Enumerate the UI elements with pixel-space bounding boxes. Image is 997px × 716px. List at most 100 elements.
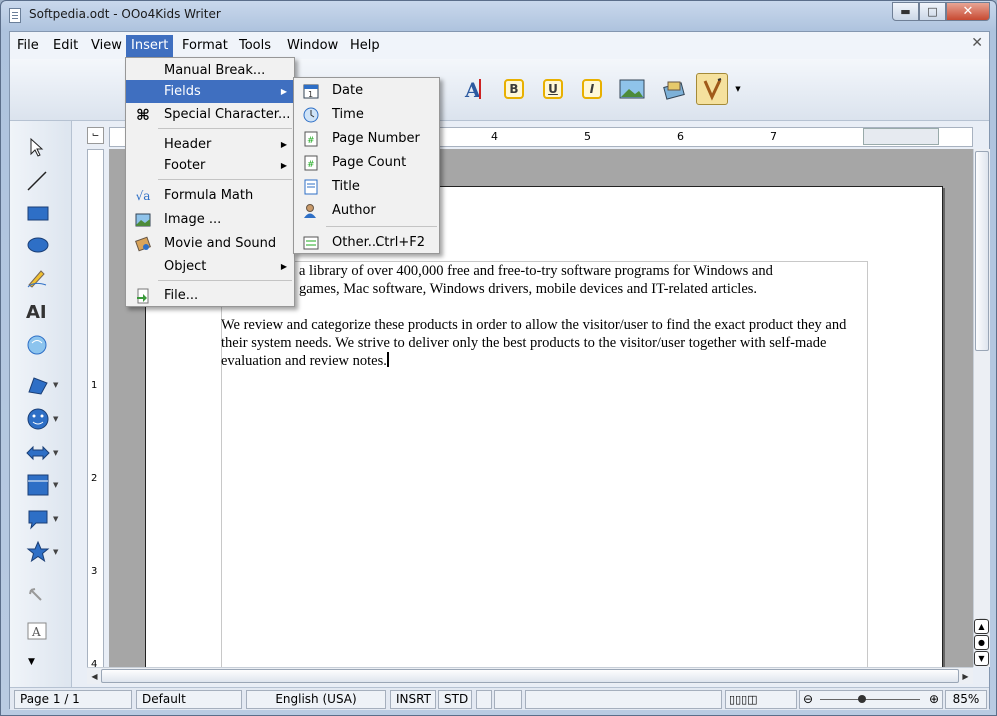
- insert-mode[interactable]: INSRT: [390, 690, 436, 709]
- menu-item-image[interactable]: Image ...: [126, 208, 294, 231]
- vertical-scroll-thumb[interactable]: [975, 151, 989, 351]
- close-button[interactable]: ✕: [946, 2, 990, 21]
- menu-item-author[interactable]: Author: [294, 199, 439, 222]
- menu-item-page-count[interactable]: # Page Count: [294, 151, 439, 174]
- tab-stop-selector[interactable]: ⌙: [87, 127, 104, 144]
- double-up-icon: ▲: [978, 622, 985, 631]
- zoom-out-icon[interactable]: ⊖: [803, 691, 813, 708]
- toolbar-overflow-button[interactable]: ▼: [732, 73, 744, 105]
- multi-page-icon[interactable]: ▯▯: [735, 693, 747, 706]
- fontwork-button[interactable]: A: [458, 73, 490, 105]
- menu-format[interactable]: Format: [177, 35, 233, 57]
- menu-item-special-character[interactable]: ⌘ Special Character...: [126, 103, 294, 126]
- document-text[interactable]: a library of over 400,000 free and free-…: [221, 262, 869, 388]
- zoom-thumb[interactable]: [858, 695, 866, 703]
- flowchart-tool[interactable]: ▼: [26, 471, 62, 499]
- basic-shapes-tool[interactable]: ▼: [26, 371, 62, 399]
- menu-help[interactable]: Help: [345, 35, 385, 57]
- scroll-right-button[interactable]: ▶: [958, 669, 973, 684]
- page-indicator[interactable]: Page 1 / 1: [14, 690, 132, 709]
- double-arrow-icon: [26, 445, 50, 461]
- text-tool[interactable]: AI: [26, 298, 62, 326]
- book-view-icon[interactable]: ◫: [747, 693, 757, 706]
- menu-item-fields[interactable]: Fields ▶: [126, 80, 294, 103]
- menu-item-label: File...: [164, 288, 199, 303]
- menu-item-formula-math[interactable]: √a Formula Math: [126, 184, 294, 207]
- menu-item-manual-break[interactable]: Manual Break...: [126, 59, 294, 82]
- zoom-in-icon[interactable]: ⊕: [929, 691, 939, 708]
- menu-item-header[interactable]: Header ▶: [126, 133, 294, 156]
- vertical-ruler[interactable]: 1 2 3 4: [87, 149, 104, 682]
- zoom-slider[interactable]: ⊖ ⊕: [799, 690, 943, 709]
- para1-line2: games, Mac software, Windows drivers, mo…: [299, 281, 758, 297]
- bold-button[interactable]: B: [498, 73, 530, 105]
- horizontal-scrollbar[interactable]: ◀ ▶: [87, 667, 973, 684]
- insert-image-button[interactable]: [616, 73, 648, 105]
- menu-item-other-fields[interactable]: Other... Ctrl+F2: [294, 231, 439, 254]
- scroll-left-button[interactable]: ◀: [87, 669, 102, 684]
- draw-functions-button[interactable]: [696, 73, 728, 105]
- minimize-button[interactable]: ▬: [892, 2, 919, 21]
- menu-item-movie-and-sound[interactable]: Movie and Sound: [126, 232, 294, 255]
- ellipse-tool[interactable]: [26, 231, 62, 259]
- menu-item-label: Header: [164, 137, 212, 152]
- callouts-tool[interactable]: ▼: [26, 505, 62, 533]
- language-indicator[interactable]: English (USA): [246, 690, 386, 709]
- maximize-button[interactable]: □: [919, 2, 946, 21]
- menu-item-page-number[interactable]: # Page Number: [294, 127, 439, 150]
- view-layout-buttons[interactable]: ▯▯▯◫: [725, 690, 797, 709]
- menu-item-label: Fields: [164, 84, 201, 99]
- menu-item-footer[interactable]: Footer ▶: [126, 154, 294, 177]
- menu-edit[interactable]: Edit: [48, 35, 83, 57]
- menu-item-label: Other...: [332, 235, 381, 250]
- page-style[interactable]: Default: [136, 690, 242, 709]
- freeform-tool[interactable]: [26, 264, 62, 292]
- underline-button[interactable]: U: [537, 73, 569, 105]
- zoom-percent[interactable]: 85%: [945, 690, 987, 709]
- next-page-button[interactable]: ▼: [974, 651, 989, 666]
- rectangle-tool[interactable]: [26, 199, 62, 227]
- insert-file-icon: [135, 288, 151, 304]
- special-character-icon: ⌘: [136, 105, 150, 124]
- menu-item-label: Footer: [164, 158, 206, 173]
- document-icon: [9, 8, 21, 23]
- horizontal-scroll-thumb[interactable]: [101, 669, 959, 683]
- line-tool[interactable]: [26, 167, 62, 195]
- title-bar[interactable]: Softpedia.odt - OOo4Kids Writer ▬ □ ✕: [1, 1, 996, 31]
- symbol-shapes-tool[interactable]: ▼: [26, 405, 62, 433]
- menu-view[interactable]: View: [86, 35, 127, 57]
- previous-page-button[interactable]: ▲: [974, 619, 989, 634]
- menu-insert[interactable]: Insert: [126, 35, 174, 57]
- formula-icon: √a: [135, 188, 151, 203]
- block-arrows-tool[interactable]: ▼: [26, 439, 62, 467]
- italic-button[interactable]: I: [576, 73, 608, 105]
- right-margin-area: [863, 128, 939, 145]
- points-tool[interactable]: [26, 581, 62, 609]
- selection-mode[interactable]: STD: [438, 690, 472, 709]
- vertical-scrollbar[interactable]: ▼: [973, 149, 990, 667]
- navigation-button[interactable]: ●: [974, 635, 989, 650]
- menu-item-time[interactable]: Time: [294, 103, 439, 126]
- para1-line1: a library of over 400,000 free and free-…: [299, 263, 773, 279]
- menu-item-title[interactable]: Title: [294, 175, 439, 198]
- stars-tool[interactable]: ▼: [26, 538, 62, 566]
- navigation-dot-icon: ●: [978, 638, 985, 647]
- ruler-tick: 7: [770, 130, 777, 143]
- toolbar-more-button[interactable]: ▼: [28, 655, 64, 669]
- gallery-button[interactable]: [658, 73, 690, 105]
- gallery-icon: [663, 81, 685, 100]
- window-title: Softpedia.odt - OOo4Kids Writer: [29, 7, 221, 21]
- fontwork-gallery-tool[interactable]: A: [26, 617, 62, 645]
- select-tool[interactable]: [26, 133, 62, 161]
- callout-tool[interactable]: [26, 331, 62, 359]
- menu-item-object[interactable]: Object ▶: [126, 255, 294, 278]
- double-down-icon: ▼: [978, 654, 985, 663]
- menu-item-date[interactable]: 1 Date: [294, 79, 439, 102]
- close-document-icon[interactable]: ✕: [971, 35, 983, 51]
- menu-item-file[interactable]: File...: [126, 284, 294, 307]
- menu-file[interactable]: File: [12, 35, 44, 57]
- menu-tools[interactable]: Tools: [234, 35, 276, 57]
- submenu-arrow-icon: ▶: [280, 262, 287, 271]
- menu-window[interactable]: Window: [282, 35, 343, 57]
- insert-menu: Manual Break... Fields ▶ ⌘ Special Charact…: [125, 57, 295, 307]
